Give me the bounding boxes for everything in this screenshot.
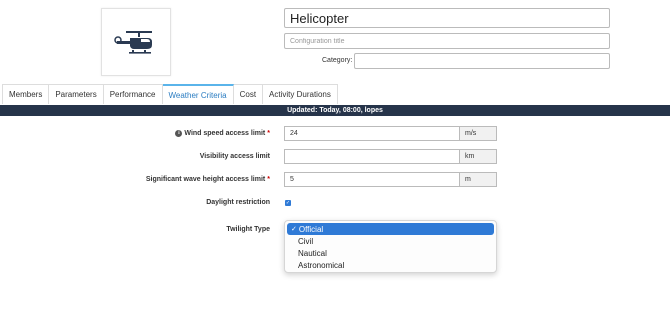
visibility-input[interactable] [284, 149, 459, 164]
category-label: Category: [322, 57, 353, 64]
twilight-label-text: Twilight Type [226, 226, 270, 233]
info-icon[interactable]: i [175, 130, 183, 137]
option-label: Official [298, 224, 324, 234]
helicopter-icon [114, 31, 152, 54]
option-official[interactable]: ✓ Official [287, 223, 494, 235]
wave-height-field: m [284, 172, 497, 187]
visibility-unit: km [459, 149, 497, 164]
wave-height-input[interactable] [284, 172, 459, 187]
option-label: Civil [298, 236, 314, 246]
wind-speed-input[interactable] [284, 126, 459, 141]
wind-speed-label-text: Wind speed access limit [184, 130, 266, 137]
tab-parameters[interactable]: Parameters [49, 84, 104, 104]
wave-height-label-text: Significant wave height access limit [145, 176, 266, 183]
twilight-type-dropdown[interactable]: ✓ Official Civil Nautical Astronomical [284, 220, 497, 273]
twilight-label: Twilight Type [226, 226, 270, 233]
daylight-label-text: Daylight restriction [206, 199, 270, 206]
helicopter-logo [101, 8, 171, 76]
tab-cost[interactable]: Cost [233, 84, 264, 104]
config-title-input[interactable] [284, 33, 610, 49]
option-label: Nautical [298, 248, 327, 258]
visibility-label: Visibility access limit [200, 153, 270, 160]
wind-speed-field: m/s [284, 126, 497, 141]
tab-bar: Members Parameters Performance Weather C… [2, 84, 338, 104]
wave-height-label: Significant wave height access limit * [146, 176, 270, 183]
visibility-label-text: Visibility access limit [199, 153, 270, 160]
visibility-field: km [284, 149, 497, 164]
tab-activity-durations[interactable]: Activity Durations [263, 84, 338, 104]
daylight-label: Daylight restriction [206, 199, 270, 206]
option-civil[interactable]: Civil [287, 235, 494, 247]
wind-speed-unit: m/s [459, 126, 497, 141]
option-label: Astronomical [298, 260, 345, 270]
status-bar: Updated: Today, 08:00, lopes [0, 105, 670, 116]
title-input[interactable] [284, 8, 610, 28]
daylight-checkbox[interactable]: ✓ [285, 200, 291, 206]
status-text: Updated: Today, 08:00, lopes [287, 107, 383, 114]
wind-speed-label: i Wind speed access limit * [175, 130, 270, 137]
tab-performance[interactable]: Performance [103, 84, 163, 104]
required-marker: * [267, 130, 270, 137]
tab-members[interactable]: Members [2, 84, 50, 104]
category-input[interactable] [354, 53, 610, 69]
option-nautical[interactable]: Nautical [287, 247, 494, 259]
required-marker: * [267, 176, 270, 183]
option-astronomical[interactable]: Astronomical [287, 259, 494, 271]
check-icon: ✓ [291, 226, 297, 233]
wave-height-unit: m [459, 172, 497, 187]
tab-weather-criteria[interactable]: Weather Criteria [162, 84, 234, 104]
